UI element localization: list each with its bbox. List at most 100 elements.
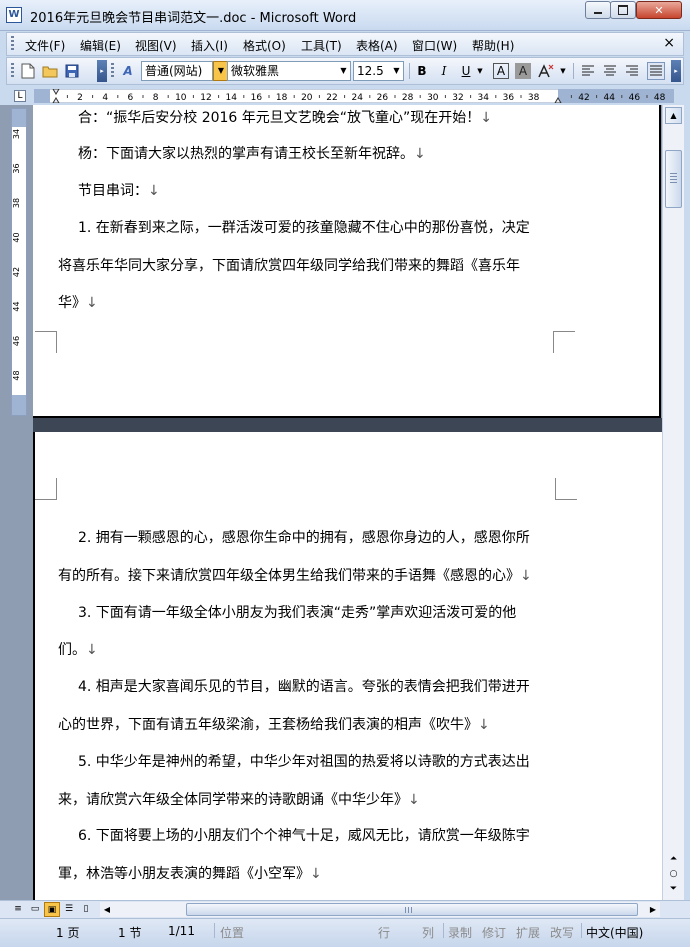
vertical-scrollbar[interactable]: ▲ ⏶ ○ ⏷ bbox=[662, 105, 684, 900]
formatting-toolbar: ▸ A 普通(网站) ▼ 微软雅黑 ▼ 12.5 ▼ B I U ▼ A A ▼… bbox=[6, 57, 684, 85]
underline-button[interactable]: U bbox=[457, 62, 475, 80]
word-app-icon[interactable]: W bbox=[6, 7, 22, 23]
document-paragraph[interactable]: 华》↓ bbox=[58, 292, 98, 312]
document-paragraph[interactable]: 3. 下面有请一年级全体小朋友为我们表演“走秀”掌声欢迎活泼可爱的他 bbox=[78, 602, 516, 622]
underline-dropdown-arrow[interactable]: ▼ bbox=[475, 62, 485, 80]
thumb-grip bbox=[670, 173, 677, 183]
scroll-right-button[interactable]: ▶ bbox=[646, 902, 660, 917]
vruler-label: 46 bbox=[12, 336, 21, 346]
open-button[interactable] bbox=[41, 62, 59, 80]
status-extend[interactable]: 扩展 bbox=[516, 924, 540, 941]
scroll-left-icon: ◀ bbox=[103, 905, 111, 914]
print-layout-view-button[interactable]: ▣ bbox=[44, 902, 60, 917]
status-bar: 1 页 1 节 1/11 位置 行 列 录制 修订 扩展 改写 中文(中国) bbox=[0, 918, 690, 947]
align-right-button[interactable] bbox=[623, 62, 641, 80]
italic-icon: I bbox=[441, 64, 447, 78]
ruler-label: 46 bbox=[629, 93, 641, 103]
document-paragraph[interactable]: 1. 在新春到来之际，一群活泼可爱的孩童隐藏不住心中的那份喜悦，决定 bbox=[78, 217, 530, 237]
scroll-up-button[interactable]: ▲ bbox=[665, 107, 682, 124]
formatting-toolbar-overflow[interactable]: ▸ bbox=[671, 60, 681, 82]
menu-format[interactable]: 格式(O) bbox=[243, 37, 286, 54]
document-paragraph[interactable]: 有的所有。接下来请欣赏四年级全体男生给我们带来的手语舞《感恩的心》↓ bbox=[58, 565, 532, 585]
document-paragraph[interactable]: 4. 相声是大家喜闻乐见的节目，幽默的语言。夸张的表情会把我们带进开 bbox=[78, 676, 530, 696]
document-paragraph[interactable]: 节目串词：↓ bbox=[78, 180, 160, 200]
status-language[interactable]: 中文(中国) bbox=[586, 924, 643, 941]
vruler-label: 48 bbox=[12, 370, 21, 380]
document-area[interactable]: 合：“振华后安分校 2016 年元旦文艺晚会“放飞童心”现在开始！↓ 杨：下面请… bbox=[0, 105, 662, 900]
font-size-combo[interactable]: 12.5 ▼ bbox=[353, 61, 404, 81]
status-record[interactable]: 录制 bbox=[448, 924, 472, 941]
document-close-button[interactable]: × bbox=[663, 35, 675, 51]
justify-button[interactable] bbox=[647, 62, 665, 80]
ruler-label: 6 bbox=[128, 93, 134, 103]
menu-view[interactable]: 视图(V) bbox=[135, 37, 177, 54]
status-separator bbox=[443, 923, 444, 938]
standard-toolbar-overflow[interactable]: ▸ bbox=[97, 60, 107, 82]
ruler-label: 8 bbox=[153, 93, 159, 103]
style-combo[interactable]: 普通(网站) bbox=[141, 61, 213, 81]
italic-button[interactable]: I bbox=[435, 62, 453, 80]
previous-page-button[interactable]: ⏶ bbox=[666, 852, 681, 866]
toolbar-grip[interactable] bbox=[11, 63, 14, 79]
vertical-scroll-thumb[interactable] bbox=[665, 150, 682, 208]
close-button[interactable]: ✕ bbox=[636, 1, 682, 19]
next-page-button[interactable]: ⏷ bbox=[666, 882, 681, 896]
enclose-characters-dropdown-arrow[interactable]: ▼ bbox=[558, 62, 568, 80]
bold-button[interactable]: B bbox=[413, 62, 431, 80]
select-browse-object-button[interactable]: ○ bbox=[666, 867, 681, 881]
document-paragraph[interactable]: 5. 中华少年是神州的希望，中华少年对祖国的热爱将以诗歌的方式表达出 bbox=[78, 751, 530, 771]
new-document-button[interactable] bbox=[19, 62, 37, 80]
ruler-label: 22 bbox=[326, 93, 337, 103]
ruler-label: 24 bbox=[351, 93, 363, 103]
character-border-button[interactable]: A bbox=[493, 63, 509, 79]
vruler-label: 38 bbox=[12, 198, 21, 208]
page-break-gap bbox=[33, 418, 662, 432]
minimize-button[interactable] bbox=[585, 1, 611, 19]
align-center-button[interactable] bbox=[601, 62, 619, 80]
outline-view-icon: ☰ bbox=[64, 904, 74, 914]
normal-view-button[interactable]: ≡ bbox=[10, 902, 26, 917]
menu-insert[interactable]: 插入(I) bbox=[191, 37, 228, 54]
character-shading-button[interactable]: A bbox=[515, 63, 531, 79]
document-paragraph[interactable]: 合：“振华后安分校 2016 年元旦文艺晚会“放飞童心”现在开始！↓ bbox=[78, 107, 492, 127]
menu-window[interactable]: 窗口(W) bbox=[412, 37, 457, 54]
font-combo[interactable]: 微软雅黑 ▼ bbox=[227, 61, 351, 81]
document-paragraph[interactable]: 来，请欣赏六年级全体同学带来的诗歌朗诵《中华少年》↓ bbox=[58, 789, 420, 809]
maximize-button[interactable] bbox=[610, 1, 636, 19]
document-paragraph[interactable]: 们。↓ bbox=[58, 639, 98, 659]
reading-layout-view-button[interactable]: ▯ bbox=[78, 902, 94, 917]
menu-edit[interactable]: 编辑(E) bbox=[80, 37, 121, 54]
menubar-grip[interactable] bbox=[11, 36, 14, 52]
vertical-ruler[interactable]: 34 36 38 40 42 44 46 48 bbox=[11, 108, 27, 416]
document-paragraph[interactable]: 心的世界，下面有请五年级梁渝，王套杨给我们表演的相声《吹牛》↓ bbox=[58, 714, 490, 734]
styles-and-formatting-button[interactable]: A bbox=[119, 62, 137, 80]
menu-help[interactable]: 帮助(H) bbox=[472, 37, 514, 54]
tab-selector[interactable]: L bbox=[14, 90, 26, 102]
enclose-characters-button[interactable] bbox=[537, 62, 555, 80]
normal-view-icon: ≡ bbox=[14, 904, 22, 914]
vertical-ruler-scale: 34 36 38 40 42 44 46 48 bbox=[12, 129, 21, 381]
web-layout-view-button[interactable]: ▭ bbox=[27, 902, 43, 917]
document-paragraph[interactable]: 2. 拥有一颗感恩的心，感恩你生命中的拥有，感恩你身边的人，感恩你所 bbox=[78, 527, 530, 547]
menu-file[interactable]: 文件(F) bbox=[25, 37, 65, 54]
align-left-button[interactable] bbox=[579, 62, 597, 80]
horizontal-scrollbar[interactable]: ◀ ▶ bbox=[100, 902, 660, 917]
document-paragraph[interactable]: 軍，林浩等小朋友表演的舞蹈《小空军》↓ bbox=[58, 863, 322, 883]
ruler-row: L 2 4 6 8 10 12 14 16 18 20 22 24 26 28 30 32 34 36 38 42 44… bbox=[6, 88, 684, 105]
font-dropdown-arrow[interactable]: ▼ bbox=[337, 62, 350, 80]
document-paragraph[interactable]: 杨：下面请大家以热烈的掌声有请王校长至新年祝辞。↓ bbox=[78, 143, 426, 163]
menu-table[interactable]: 表格(A) bbox=[356, 37, 398, 54]
outline-view-button[interactable]: ☰ bbox=[61, 902, 77, 917]
document-paragraph[interactable]: 6. 下面将要上场的小朋友们个个神气十足，威风无比，请欣赏一年级陈宇 bbox=[78, 825, 530, 845]
toolbar-grip-2[interactable] bbox=[111, 63, 114, 79]
horizontal-scroll-thumb[interactable] bbox=[186, 903, 638, 916]
status-track-changes[interactable]: 修订 bbox=[482, 924, 506, 941]
save-button[interactable] bbox=[63, 62, 81, 80]
menu-tools[interactable]: 工具(T) bbox=[301, 37, 342, 54]
horizontal-ruler[interactable]: 2 4 6 8 10 12 14 16 18 20 22 24 26 28 30 32 34 36 38 42 44 46… bbox=[34, 89, 674, 103]
scroll-left-button[interactable]: ◀ bbox=[100, 902, 114, 917]
status-overtype[interactable]: 改写 bbox=[550, 924, 574, 941]
document-paragraph[interactable]: 将喜乐年华同大家分享，下面请欣赏四年级同学给我们带来的舞蹈《喜乐年 bbox=[58, 255, 520, 275]
view-bar: ≡ ▭ ▣ ☰ ▯ ◀ ▶ bbox=[0, 900, 690, 918]
font-size-dropdown-arrow[interactable]: ▼ bbox=[390, 62, 403, 80]
